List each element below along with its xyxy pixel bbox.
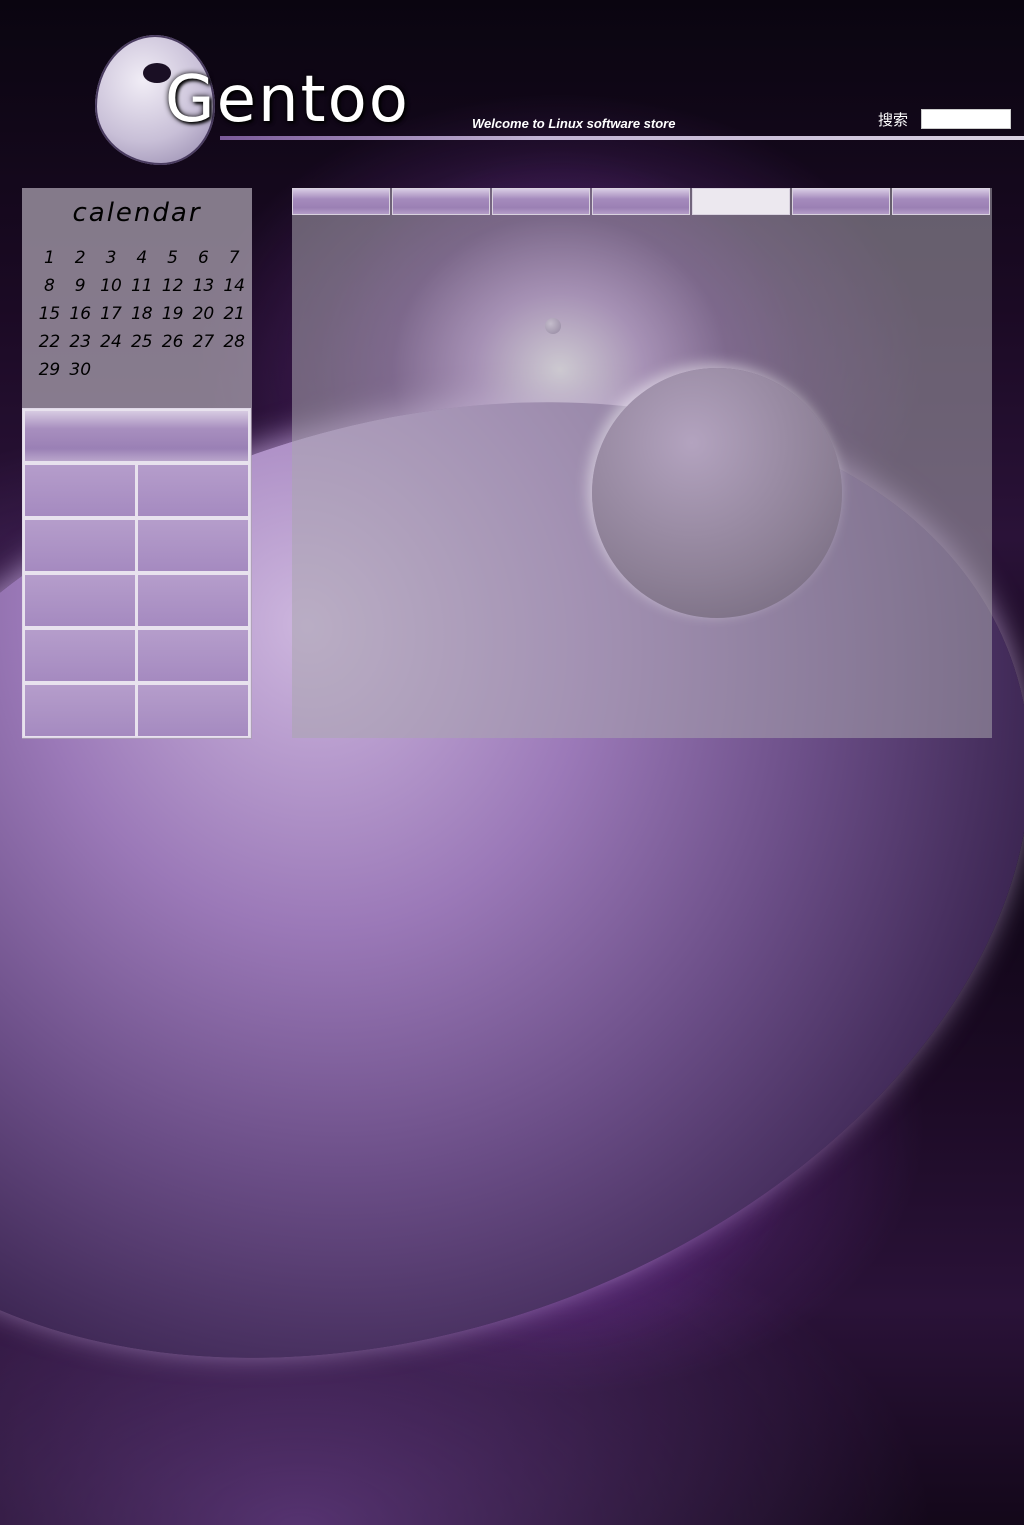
logo-text: Gentoo: [165, 63, 410, 137]
sidebar-menu-header[interactable]: [25, 411, 248, 461]
calendar-day[interactable]: 24: [96, 328, 127, 356]
calendar-day[interactable]: 14: [219, 272, 250, 300]
calendar-title: calendar: [72, 198, 202, 228]
calendar-day[interactable]: 17: [96, 300, 127, 328]
sidebar-menu-item[interactable]: [25, 465, 135, 516]
sidebar-menu-item[interactable]: [25, 575, 135, 626]
nav-tab[interactable]: [692, 188, 790, 215]
calendar-day[interactable]: 1: [34, 244, 65, 272]
calendar-day[interactable]: 22: [34, 328, 65, 356]
calendar-day[interactable]: 28: [219, 328, 250, 356]
calendar-day[interactable]: 2: [65, 244, 96, 272]
calendar-day[interactable]: 4: [126, 244, 157, 272]
calendar-day[interactable]: 18: [126, 300, 157, 328]
header-divider: [220, 136, 1024, 140]
nav-tab[interactable]: [292, 188, 390, 215]
sidebar-menu: [22, 408, 251, 738]
nav-tab[interactable]: [792, 188, 890, 215]
sidebar-menu-item[interactable]: [138, 630, 248, 681]
calendar-day[interactable]: 12: [157, 272, 188, 300]
nav-tabs: [292, 188, 992, 217]
calendar-day[interactable]: 15: [34, 300, 65, 328]
calendar-day[interactable]: 27: [188, 328, 219, 356]
calendar-day[interactable]: 10: [96, 272, 127, 300]
sidebar-menu-item[interactable]: [138, 685, 248, 736]
sidebar-menu-item[interactable]: [25, 630, 135, 681]
calendar-day[interactable]: 8: [34, 272, 65, 300]
calendar-day[interactable]: 6: [188, 244, 219, 272]
calendar-day[interactable]: 30: [65, 356, 96, 384]
calendar-day[interactable]: 3: [96, 244, 127, 272]
calendar-day[interactable]: 9: [65, 272, 96, 300]
sidebar-menu-item[interactable]: [25, 520, 135, 571]
calendar-grid: 1 2 3 4 5 6 7 8 9 10 11 12 13 14 15 16 17 18 19 20 21 22 23 24 2…: [34, 244, 245, 384]
calendar-day[interactable]: 13: [188, 272, 219, 300]
calendar-day[interactable]: 19: [157, 300, 188, 328]
main-content-panel: [292, 188, 992, 738]
sidebar-menu-item[interactable]: [138, 520, 248, 571]
background-planet: [592, 368, 842, 618]
calendar-day[interactable]: 21: [219, 300, 250, 328]
search-input[interactable]: [921, 109, 1011, 129]
site-tagline: Welcome to Linux software store: [472, 116, 676, 131]
calendar-day[interactable]: 20: [188, 300, 219, 328]
calendar-day[interactable]: 29: [34, 356, 65, 384]
calendar-day[interactable]: 11: [126, 272, 157, 300]
nav-tab[interactable]: [592, 188, 690, 215]
nav-tab[interactable]: [492, 188, 590, 215]
sidebar-menu-item[interactable]: [138, 575, 248, 626]
sidebar-menu-item[interactable]: [138, 465, 248, 516]
calendar-day[interactable]: 23: [65, 328, 96, 356]
sidebar-menu-item[interactable]: [25, 685, 135, 736]
calendar-day[interactable]: 25: [126, 328, 157, 356]
gentoo-logo[interactable]: Gentoo: [95, 35, 435, 165]
nav-tab[interactable]: [892, 188, 990, 215]
calendar-day[interactable]: 5: [157, 244, 188, 272]
nav-tab[interactable]: [392, 188, 490, 215]
calendar-day[interactable]: 7: [219, 244, 250, 272]
calendar-day[interactable]: 26: [157, 328, 188, 356]
search-label: 搜索: [878, 111, 909, 129]
calendar-day[interactable]: 16: [65, 300, 96, 328]
